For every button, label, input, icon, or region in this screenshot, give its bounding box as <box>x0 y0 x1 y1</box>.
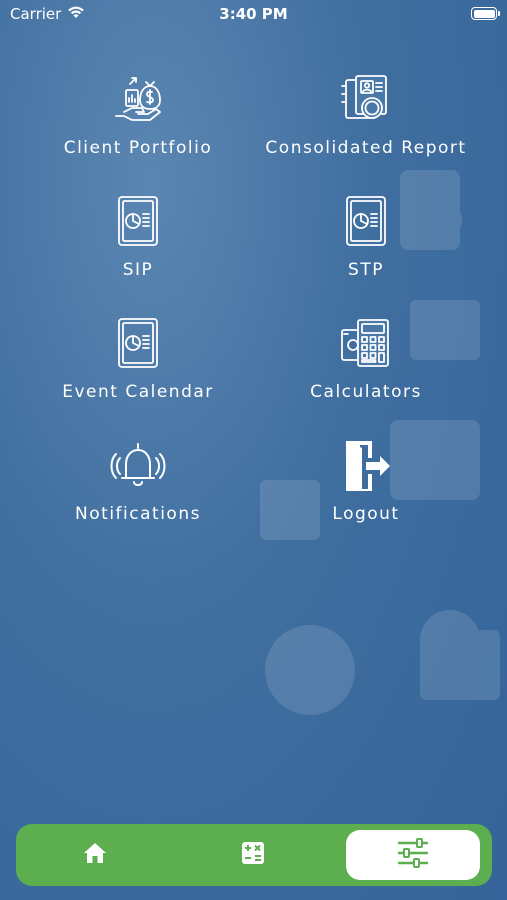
report-coin-icon <box>338 72 394 128</box>
menu-sip[interactable]: SIP <box>18 194 258 294</box>
logout-icon <box>338 438 394 494</box>
menu-label: Consolidated Report <box>265 138 467 158</box>
menu-notifications[interactable]: Notifications <box>18 438 258 538</box>
nav-home[interactable] <box>36 830 154 880</box>
battery-icon <box>471 7 500 20</box>
pie-chart-document-icon <box>110 316 166 372</box>
calculator-icon <box>338 316 394 372</box>
menu-consolidated-report[interactable]: Consolidated Report <box>246 72 486 172</box>
menu-label: SIP <box>122 260 154 280</box>
menu-label: Client Portfolio <box>63 138 213 158</box>
menu-logout[interactable]: Logout <box>246 438 486 538</box>
menu-calculators[interactable]: Calculators <box>246 316 486 416</box>
money-bag-hand-icon <box>110 72 166 128</box>
menu-client-portfolio[interactable]: Client Portfolio <box>18 72 258 172</box>
pie-chart-document-icon <box>338 194 394 250</box>
nav-settings[interactable] <box>346 830 480 880</box>
menu-stp[interactable]: STP <box>246 194 486 294</box>
bottom-nav <box>16 824 492 886</box>
home-icon <box>83 842 107 868</box>
menu-label: Logout <box>332 504 400 524</box>
menu-label: Calculators <box>310 382 422 402</box>
nav-calculator[interactable] <box>194 830 312 880</box>
pie-chart-document-icon <box>110 194 166 250</box>
status-time: 3:40 PM <box>219 5 288 23</box>
bell-icon <box>110 438 166 494</box>
menu-event-calendar[interactable]: Event Calendar <box>18 316 258 416</box>
status-bar: Carrier 3:40 PM <box>0 0 507 28</box>
sliders-icon <box>397 838 429 872</box>
menu-label: STP <box>348 260 384 280</box>
menu-label: Notifications <box>75 504 201 524</box>
calculator-icon <box>241 841 265 869</box>
menu-label: Event Calendar <box>62 382 214 402</box>
